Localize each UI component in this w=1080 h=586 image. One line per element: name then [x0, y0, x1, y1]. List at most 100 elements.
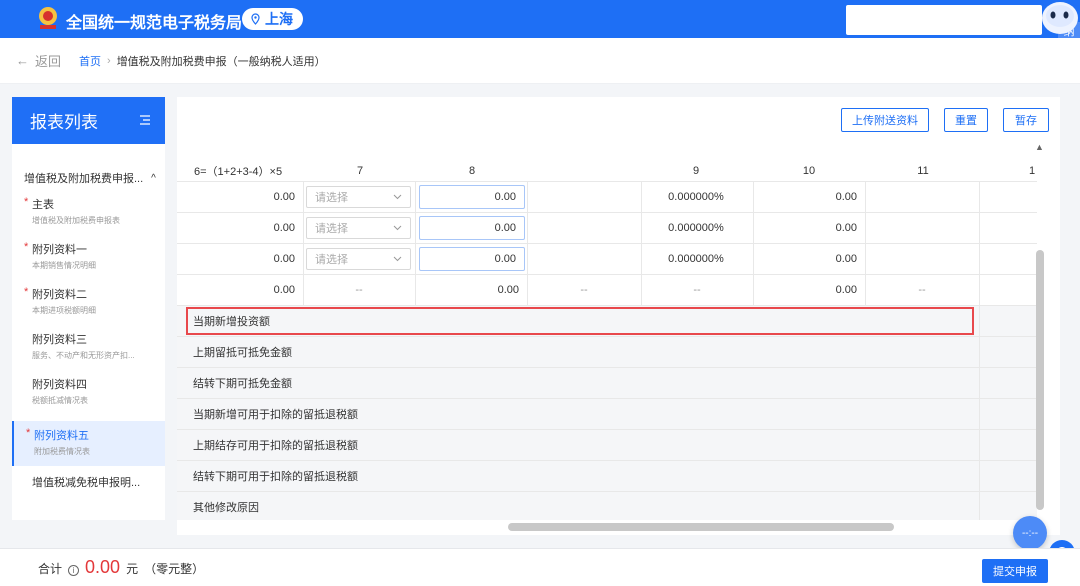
sidebar-title: 报表列表 [30, 113, 98, 132]
site-title[interactable]: 全国统一规范电子税务局 [66, 9, 242, 33]
top-header: 全国统一规范电子税务局 上海 [0, 0, 1080, 38]
summary-row: 上期结存可用于扣除的留抵退税额 9 [177, 430, 1037, 461]
table-cell: 0.00 [273, 253, 295, 265]
sidebar-item-schedule-5[interactable]: * 附列资料五 附加税费情况表 [12, 421, 165, 466]
info-icon[interactable]: i [68, 565, 80, 576]
sidebar-header: 报表列表 [12, 97, 165, 144]
amount-input[interactable]: 0.00 [419, 247, 525, 271]
table-row: 0.00 请选择 0.00 0.000000% 0.00 [177, 244, 1037, 275]
table-cell: 0.00 [835, 222, 857, 234]
table-cell: 0.00 [273, 191, 295, 203]
region-selector[interactable]: 上海 [242, 8, 303, 30]
summary-label: 上期留抵可抵免金额 [193, 347, 292, 359]
sidebar-item-label: 主表 [32, 199, 54, 211]
table-cell: -- [355, 284, 363, 296]
sidebar-item-label: 附列资料二 [32, 289, 87, 301]
table-cell: 0.00 [273, 284, 295, 296]
breadcrumb-home-link[interactable]: 首页 [79, 53, 101, 69]
region-label: 上海 [265, 11, 293, 27]
top-search-box[interactable] [846, 5, 1042, 35]
back-label: 返回 [35, 54, 62, 69]
main-form-panel: 上传附送资料 重置 暂存 6=（1+2+3-4）×5 7 8 9 10 11 1… [177, 97, 1060, 535]
chevron-right-icon: › [107, 54, 111, 67]
table-row: 0.00 -- 0.00 -- -- 0.00 -- [177, 275, 1037, 306]
sidebar-item-label: 增值税减免税申报明... [32, 477, 141, 489]
chevron-down-icon [393, 223, 402, 235]
sidebar-item-schedule-3[interactable]: 附列资料三 服务、不动产和无形资产扣... [12, 331, 165, 376]
table-cell: 0.000000% [668, 253, 724, 265]
table-header-row: 6=（1+2+3-4）×5 7 8 9 10 11 1 [177, 160, 1037, 182]
highlight-box [186, 307, 974, 335]
sidebar-item-subtitle: 本期销售情况明细 [32, 261, 96, 270]
summary-row: 结转下期可抵免金额 7 [177, 368, 1037, 399]
table-cell: 0.00 [497, 284, 519, 296]
required-mark: * [24, 196, 29, 208]
footer-bar: 合计 i 0.00 元 （零元整） 提交申报 [0, 548, 1080, 586]
sidebar-group-vat[interactable]: 增值税及附加税费申报... ^ [12, 170, 165, 186]
column-header: 10 [802, 164, 816, 177]
save-draft-button[interactable]: 暂存 [1003, 108, 1049, 132]
select-placeholder: 请选择 [315, 254, 348, 266]
required-mark: * [26, 427, 31, 439]
sidebar-item-subtitle: 本期进项税额明细 [32, 306, 96, 315]
breadcrumb: ← 返回 首页 › 增值税及附加税费申报（一般纳税人适用） [0, 38, 1080, 84]
required-mark: * [24, 286, 29, 298]
sidebar-item-schedule-2[interactable]: * 附列资料二 本期进项税额明细 [12, 286, 165, 331]
chevron-down-icon [393, 192, 402, 204]
sidebar-item-label: 附列资料五 [34, 430, 89, 442]
column-header: 9 [692, 164, 700, 177]
chevron-down-icon [393, 254, 402, 266]
reset-button[interactable]: 重置 [944, 108, 988, 132]
table-cell: 0.00 [835, 253, 857, 265]
upload-attachments-button[interactable]: 上传附送资料 [841, 108, 929, 132]
total-unit: 元 [126, 562, 139, 576]
column-header: 7 [356, 164, 364, 177]
back-button[interactable]: ← 返回 [16, 51, 61, 70]
total-words: （零元整） [144, 562, 205, 576]
table-cell: 0.000000% [668, 222, 724, 234]
sidebar-item-label: 附列资料四 [32, 379, 87, 391]
table-cell: -- [693, 284, 701, 296]
select-placeholder: 请选择 [315, 223, 348, 235]
sidebar-item-label: 附列资料一 [32, 244, 87, 256]
breadcrumb-current: 增值税及附加税费申报（一般纳税人适用） [116, 55, 326, 68]
arrow-left-icon: ← [16, 53, 29, 68]
horizontal-scroll-thumb[interactable] [508, 523, 894, 531]
table-cell: 0.00 [835, 191, 857, 203]
assistant-robot-icon[interactable] [1036, 0, 1080, 40]
location-pin-icon [250, 13, 261, 25]
report-list-sidebar: 报表列表 增值税及附加税费申报... ^ * 主表 增值税及附加税费申报表 * … [12, 97, 165, 520]
total-label: 合计 [38, 562, 63, 576]
type-select[interactable]: 请选择 [306, 217, 411, 239]
column-header: 8 [468, 164, 476, 177]
type-select[interactable]: 请选择 [306, 248, 411, 270]
amount-input[interactable]: 0.00 [419, 216, 525, 240]
submit-declaration-button[interactable]: 提交申报 [982, 559, 1048, 583]
table-cell: 0.00 [835, 284, 857, 296]
summary-row-modify-reason: 其他修改原因 [177, 492, 1037, 520]
table-row: 0.00 请选择 0.00 0.000000% 0.00 [177, 182, 1037, 213]
summary-row: 结转下期可用于扣除的留抵退税额 10 [177, 461, 1037, 492]
type-select[interactable]: 请选择 [306, 186, 411, 208]
sidebar-item-schedule-4[interactable]: 附列资料四 税额抵减情况表 [12, 376, 165, 421]
sidebar-item-label: 附列资料三 [32, 334, 87, 346]
summary-label: 结转下期可用于扣除的留抵退税额 [193, 471, 358, 483]
amount-input[interactable]: 0.00 [419, 185, 525, 209]
sidebar-item-tax-relief[interactable]: 增值税减免税申报明... [12, 466, 165, 511]
sidebar-item-subtitle: 附加税费情况表 [34, 447, 90, 456]
summary-row: 当期新增可用于扣除的留抵退税额 8 [177, 399, 1037, 430]
scroll-up-icon[interactable]: ▲ [1035, 142, 1044, 152]
vertical-scroll-thumb[interactable] [1036, 250, 1044, 510]
sidebar-item-subtitle: 服务、不动产和无形资产扣... [32, 351, 135, 360]
tax-emblem-logo [36, 5, 60, 31]
total-amount: 0.00 [85, 557, 121, 577]
total-summary: 合计 i 0.00 元 （零元整） [38, 557, 204, 578]
chat-float-button[interactable]: --:-- [1013, 516, 1047, 550]
required-mark: * [24, 241, 29, 253]
sidebar-item-schedule-1[interactable]: * 附列资料一 本期销售情况明细 [12, 241, 165, 286]
sidebar-item-main-table[interactable]: * 主表 增值税及附加税费申报表 [12, 196, 165, 241]
summary-label: 当期新增可用于扣除的留抵退税额 [193, 409, 358, 421]
menu-collapse-icon[interactable] [139, 111, 151, 131]
select-placeholder: 请选择 [315, 192, 348, 204]
table-cell: 0.00 [273, 222, 295, 234]
